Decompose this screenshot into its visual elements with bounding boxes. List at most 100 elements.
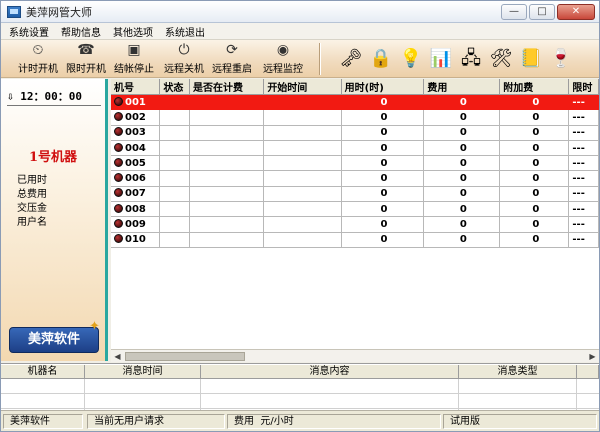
fee-cell: 0 [423, 216, 501, 233]
keys-icon[interactable]: 🗝 [339, 47, 363, 71]
status-cell [159, 186, 190, 203]
extra-fee-cell: 0 [499, 155, 570, 172]
alarm-icon: ☎ [77, 42, 95, 58]
username-label: 用户名 [17, 217, 47, 228]
window-title: 美萍网管大师 [26, 5, 92, 19]
bar-chart-icon[interactable]: 📊 [429, 47, 453, 71]
status-requests: 当前无用户请求 [87, 414, 225, 429]
msg-col-time[interactable]: 消息时间 [85, 365, 201, 379]
col-billing[interactable]: 是否在计费 [189, 79, 265, 95]
machine-status-icon [114, 234, 123, 244]
extra-fee-cell: 0 [499, 109, 570, 126]
machine-id-cell: 005 [111, 155, 161, 172]
maximize-button[interactable]: □ [529, 4, 555, 20]
billing-cell [189, 94, 265, 111]
machine-row[interactable]: 005 0 0 0 --- [111, 155, 599, 172]
col-extra-fee[interactable]: 附加费 [499, 79, 570, 95]
title-bar[interactable]: 美萍网管大师 — □ ✕ [1, 1, 599, 23]
fee-cell: 0 [423, 186, 501, 203]
menu-help[interactable]: 帮助信息 [61, 24, 101, 39]
msg-col-machine[interactable]: 机器名 [1, 365, 85, 379]
checkout-stop-button[interactable]: ▣ 结帐停止 [111, 42, 157, 76]
restart-icon: ⟳ [226, 42, 238, 58]
col-limit[interactable]: 限时 [568, 79, 599, 95]
machine-row[interactable]: 008 0 0 0 --- [111, 201, 599, 218]
timed-boot-label: 计时开机 [18, 64, 58, 75]
clock-display: ⇩ 12：00：00 [7, 88, 82, 104]
limited-boot-button[interactable]: ☎ 限时开机 [63, 42, 109, 76]
network-icon[interactable]: 🖧 [459, 47, 483, 71]
status-cell [159, 140, 190, 157]
hours-cell: 0 [341, 109, 425, 126]
col-fee[interactable]: 费用 [423, 79, 501, 95]
fee-cell: 0 [423, 94, 501, 111]
col-start-time[interactable]: 开始时间 [263, 79, 342, 95]
remote-monitor-button[interactable]: ◉ 远程监控 [259, 42, 307, 76]
tools-icon[interactable]: 🛠 [489, 47, 513, 71]
status-edition: 试用版 [443, 414, 597, 429]
hours-cell: 0 [341, 140, 425, 157]
menu-system-exit[interactable]: 系统退出 [165, 24, 205, 39]
bulb-icon[interactable]: 💡 [399, 47, 423, 71]
fee-cell: 0 [423, 155, 501, 172]
hours-cell: 0 [341, 94, 425, 111]
start-time-cell [263, 186, 342, 203]
scroll-thumb[interactable] [125, 352, 245, 361]
status-cell [159, 201, 190, 218]
machine-row[interactable]: 002 0 0 0 --- [111, 109, 599, 126]
menu-other-options[interactable]: 其他选项 [113, 24, 153, 39]
scroll-left-icon[interactable]: ◀ [112, 351, 123, 362]
msg-col-content[interactable]: 消息内容 [201, 365, 459, 379]
toolbar: ⏲ 计时开机 ☎ 限时开机 ▣ 结帐停止 ⏻ 远程关机 ⟳ 远程重启 ◉ 远程监… [1, 40, 599, 78]
machine-row[interactable]: 009 0 0 0 --- [111, 216, 599, 233]
scroll-right-icon[interactable]: ▶ [587, 351, 598, 362]
machine-row[interactable]: 007 0 0 0 --- [111, 186, 599, 203]
limit-cell: --- [568, 94, 599, 111]
status-company: 美萍软件 [3, 414, 83, 429]
hours-cell: 0 [341, 232, 425, 248]
billing-cell [189, 170, 265, 187]
start-time-cell [263, 140, 342, 157]
fee-cell: 0 [423, 201, 501, 218]
extra-fee-cell: 0 [499, 186, 570, 203]
company-logo: 美萍软件 [9, 327, 99, 353]
status-cell [159, 170, 190, 187]
machine-row[interactable]: 010 0 0 0 --- [111, 232, 599, 248]
msg-col-type[interactable]: 消息类型 [459, 365, 577, 379]
machine-status-icon [114, 173, 123, 183]
monitor-eye-icon: ◉ [276, 42, 290, 58]
menu-system-settings[interactable]: 系统设置 [9, 24, 49, 39]
machine-id: 005 [125, 157, 146, 169]
machine-row[interactable]: 001 0 0 0 --- [111, 94, 599, 111]
menu-bar: 系统设置 帮助信息 其他选项 系统退出 [1, 23, 599, 40]
main-window: 美萍网管大师 — □ ✕ 系统设置 帮助信息 其他选项 系统退出 ⏲ 计时开机 … [0, 0, 600, 432]
remote-monitor-label: 远程监控 [263, 64, 303, 75]
notebook-icon[interactable]: 📒 [519, 47, 543, 71]
col-status[interactable]: 状态 [159, 79, 190, 95]
drink-icon[interactable]: 🍷 [549, 47, 573, 71]
minimize-button[interactable]: — [501, 4, 527, 20]
limit-cell: --- [568, 125, 599, 141]
machine-name: 1号机器 [28, 150, 78, 165]
msg-col-line [85, 379, 201, 411]
machine-row[interactable]: 004 0 0 0 --- [111, 140, 599, 157]
col-machine-id[interactable]: 机号 [111, 79, 161, 95]
remote-shutdown-button[interactable]: ⏻ 远程关机 [161, 42, 207, 76]
grid-header-row: 机号 状态 是否在计费 开始时间 用时(时) 费用 附加费 限时 [111, 79, 599, 95]
machine-row[interactable]: 006 0 0 0 --- [111, 170, 599, 187]
hours-cell: 0 [341, 186, 425, 203]
lock-icon[interactable]: 🔒 [369, 47, 393, 71]
machine-id: 003 [125, 127, 146, 139]
horizontal-scrollbar[interactable]: ◀ ▶ [111, 349, 599, 362]
machine-row[interactable]: 003 0 0 0 --- [111, 125, 599, 141]
remote-restart-button[interactable]: ⟳ 远程重启 [209, 42, 255, 76]
timed-boot-button[interactable]: ⏲ 计时开机 [15, 42, 61, 76]
fee-cell: 0 [423, 125, 501, 141]
col-hours[interactable]: 用时(时) [341, 79, 425, 95]
limit-cell: --- [568, 109, 599, 126]
machine-grid: 机号 状态 是否在计费 开始时间 用时(时) 费用 附加费 限时 001 0 0 0 --- 002 0 0… [111, 79, 599, 349]
msg-col-line [459, 379, 577, 411]
close-button[interactable]: ✕ [557, 4, 595, 20]
machine-table: 机号 状态 是否在计费 开始时间 用时(时) 费用 附加费 限时 001 0 0 0 --- 002 0 0… [111, 79, 599, 248]
fee-cell: 0 [423, 140, 501, 157]
